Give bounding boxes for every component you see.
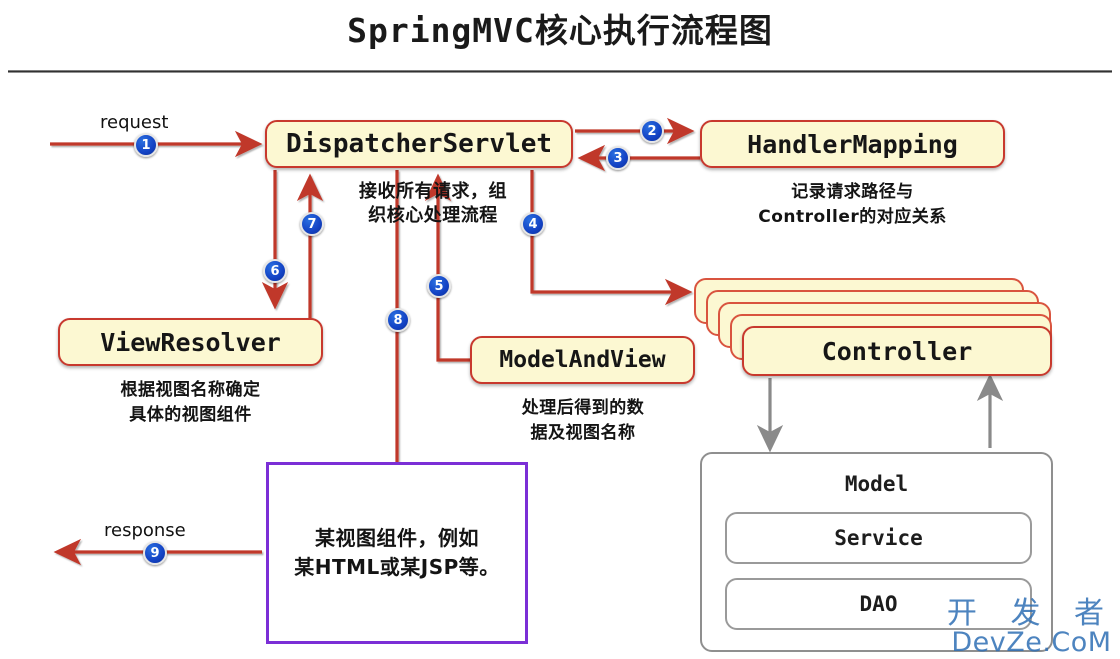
diagram-canvas: SpringMVC核心执行流程图 DispatcherServlet Handl… bbox=[0, 0, 1120, 659]
edge-label-response: response bbox=[104, 520, 186, 541]
watermark-en: DevZe.CoM bbox=[951, 626, 1112, 658]
node-model-and-view[interactable]: ModelAndView bbox=[470, 336, 695, 384]
caption-view-resolver-line2: 具体的视图组件 bbox=[129, 404, 252, 425]
node-dispatcher-servlet-label: DispatcherServlet bbox=[285, 129, 553, 159]
node-view-resolver[interactable]: ViewResolver bbox=[58, 318, 323, 366]
step-badge-8: 8 bbox=[386, 308, 410, 332]
step-badge-2: 2 bbox=[640, 119, 664, 143]
step-badge-1: 1 bbox=[134, 133, 158, 157]
step-badge-9: 9 bbox=[143, 541, 167, 565]
edge-label-request: request bbox=[100, 112, 169, 133]
annotation-dispatcher-note: 接收所有请求，组 织核心处理流程 bbox=[318, 180, 548, 229]
caption-model-and-view-line1: 处理后得到的数 bbox=[521, 398, 645, 418]
node-view-component-line2: 某HTML或某JSP等。 bbox=[294, 555, 500, 579]
annotation-dispatcher-note-line1: 接收所有请求，组 bbox=[359, 181, 507, 202]
node-dispatcher-servlet[interactable]: DispatcherServlet bbox=[265, 120, 573, 168]
node-service[interactable]: Service bbox=[725, 512, 1032, 564]
caption-handler-mapping-line1: 记录请求路径与 bbox=[791, 182, 914, 202]
watermark: 开 发 者 DevZe.CoM bbox=[946, 595, 1116, 658]
caption-handler-mapping-line2: Controller的对应关系 bbox=[758, 206, 947, 227]
caption-model-and-view-line2: 据及视图名称 bbox=[530, 422, 636, 443]
caption-handler-mapping: 记录请求路径与 Controller的对应关系 bbox=[705, 180, 1000, 229]
step-badge-4: 4 bbox=[521, 212, 545, 236]
node-dao-label: DAO bbox=[859, 592, 898, 616]
node-handler-mapping-label: HandlerMapping bbox=[747, 129, 958, 159]
node-controller[interactable]: Controller bbox=[742, 326, 1052, 376]
caption-view-resolver-line1: 根据视图名称确定 bbox=[120, 380, 261, 400]
node-model-label: Model bbox=[844, 472, 909, 496]
step-badge-3: 3 bbox=[606, 146, 630, 170]
node-model-and-view-label: ModelAndView bbox=[499, 347, 666, 373]
node-service-label: Service bbox=[834, 526, 923, 550]
annotation-dispatcher-note-line2: 织核心处理流程 bbox=[368, 205, 498, 227]
node-view-component[interactable]: 某视图组件，例如 某HTML或某JSP等。 bbox=[266, 462, 528, 644]
caption-model-and-view: 处理后得到的数 据及视图名称 bbox=[468, 396, 698, 445]
step-badge-7: 7 bbox=[300, 212, 324, 236]
step-badge-6: 6 bbox=[263, 259, 287, 283]
watermark-cn: 开 发 者 bbox=[946, 595, 1116, 631]
caption-view-resolver: 根据视图名称确定 具体的视图组件 bbox=[58, 378, 323, 427]
node-view-component-text: 某视图组件，例如 某HTML或某JSP等。 bbox=[294, 524, 500, 582]
node-view-component-line1: 某视图组件，例如 bbox=[315, 526, 479, 550]
node-view-resolver-label: ViewResolver bbox=[100, 327, 281, 357]
node-controller-label: Controller bbox=[821, 336, 973, 366]
step-badge-5: 5 bbox=[427, 274, 451, 298]
node-handler-mapping[interactable]: HandlerMapping bbox=[700, 120, 1005, 168]
